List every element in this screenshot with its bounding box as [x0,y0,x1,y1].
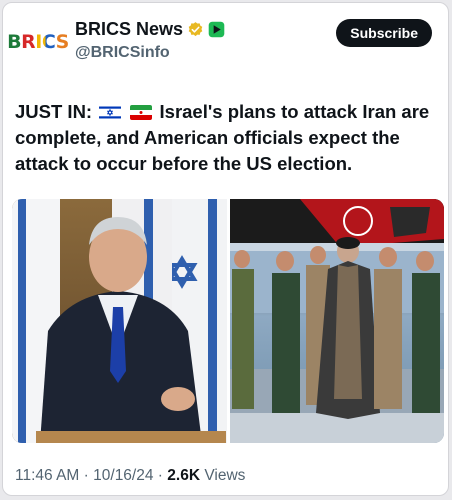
account-name-row: BRICS News [75,19,225,40]
military-officials-procession-photo[interactable] [230,199,444,443]
tweet-media[interactable] [12,199,444,443]
tweet-card: BRICS BRICS News @BRICSinfo Subscribe JU… [2,2,449,496]
views-count: 2.6K [167,467,201,484]
views-label: Views [204,467,246,484]
account-avatar[interactable]: BRICS [7,25,69,59]
subscribe-button[interactable]: Subscribe [336,19,432,47]
israel-flag-icon [99,105,122,120]
procession-photo-graphic [230,199,444,443]
tweet-time[interactable]: 11:46 AM [15,467,79,484]
tweet-metadata: 11:46 AM · 10/16/24 · 2.6K Views [15,467,245,485]
verified-badge-icon [188,22,203,37]
affiliate-badge-icon [208,21,225,38]
politician-at-podium-photo[interactable] [12,199,227,443]
tweet-prefix: JUST IN: [15,101,93,122]
podium-photo-graphic [12,199,227,443]
tweet-date[interactable]: 10/16/24 [93,467,153,484]
tweet-text: JUST IN: Israel's plans to attack Iran a… [15,99,441,177]
display-name[interactable]: BRICS News [75,19,183,40]
iran-flag-icon [130,105,153,120]
avatar-logo-text: BRICS [7,31,69,53]
meta-separator: · [83,467,89,484]
account-handle[interactable]: @BRICSinfo [75,44,170,62]
meta-separator: · [157,467,163,484]
